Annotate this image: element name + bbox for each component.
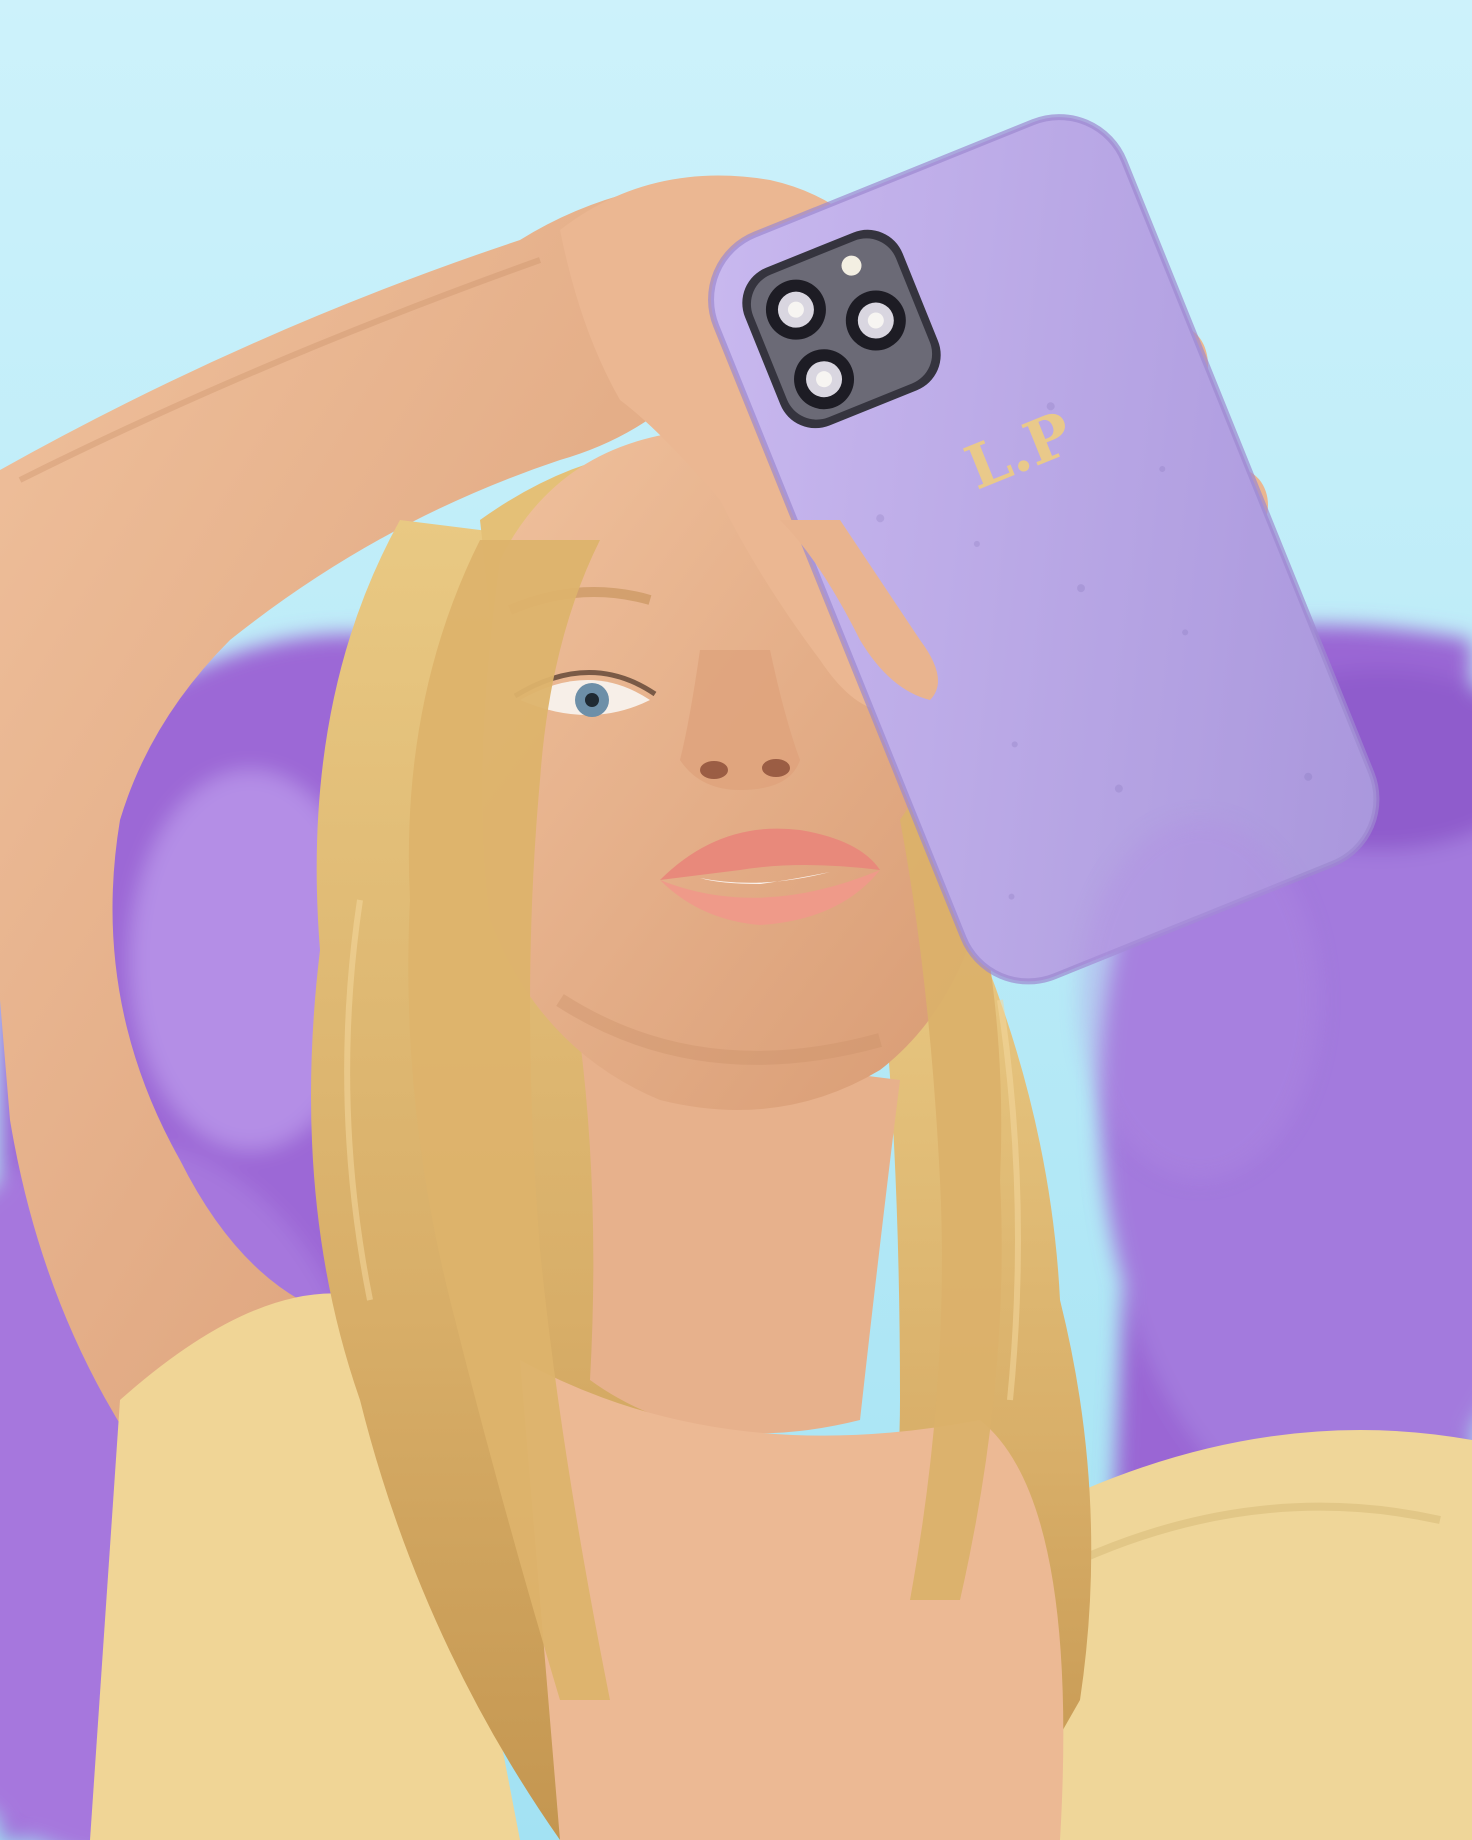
- photo-illustration: L.P: [0, 0, 1472, 1840]
- photo-scene: L.P: [0, 0, 1472, 1840]
